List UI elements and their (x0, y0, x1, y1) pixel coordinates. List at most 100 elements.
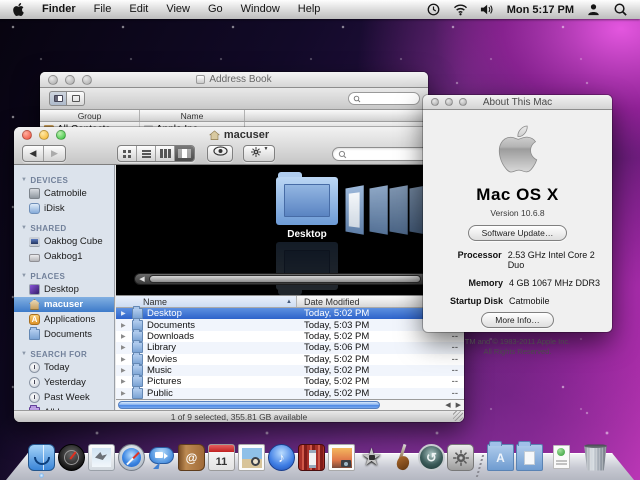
dock-applications-folder-icon[interactable]: A (487, 444, 514, 471)
sidebar-item-today[interactable]: Today (14, 360, 114, 375)
dock-mail-icon[interactable] (88, 444, 115, 471)
disclosure-triangle-icon[interactable]: ▼ (21, 273, 27, 279)
group-column-header[interactable]: Group (40, 110, 140, 121)
disclosure-triangle-icon[interactable]: ▶ (121, 322, 128, 329)
coverflow-scrollbar[interactable]: ◀ ▶ (134, 273, 436, 285)
menu-edit[interactable]: Edit (120, 0, 157, 19)
about-title-bar[interactable]: About This Mac (423, 95, 612, 110)
table-row[interactable]: ▶Music Today, 5:02 PM-- (116, 365, 464, 376)
action-menu-button[interactable]: ▼ (243, 145, 275, 162)
coverflow-item[interactable] (390, 185, 408, 234)
volume-menu-icon[interactable] (480, 2, 495, 17)
dock-time-machine-icon[interactable]: ↺ (418, 444, 445, 471)
sidebar-item-yesterday[interactable]: Yesterday (14, 375, 114, 390)
zoom-button[interactable] (459, 98, 467, 106)
scroll-right-icon[interactable]: ▶ (456, 401, 461, 409)
coverflow-view-button[interactable] (175, 146, 194, 161)
close-button[interactable] (431, 98, 439, 106)
disclosure-triangle-icon[interactable]: ▶ (121, 378, 128, 385)
time-machine-menu-icon[interactable] (426, 2, 441, 17)
finder-title-bar[interactable]: macuser ◀ ▶ ▼ (14, 127, 464, 165)
close-button[interactable] (48, 75, 58, 85)
table-row[interactable]: ▶Library Today, 5:06 PM-- (116, 342, 464, 353)
dock-trash-icon[interactable] (582, 444, 609, 471)
finder-window[interactable]: macuser ◀ ▶ ▼ (14, 127, 464, 422)
dock-photo-booth-icon[interactable] (298, 444, 325, 471)
table-row[interactable]: ▶Movies Today, 5:02 PM-- (116, 354, 464, 365)
dock-address-book-icon[interactable]: @ (178, 444, 205, 471)
coverflow-scroll-left-icon[interactable]: ◀ (137, 275, 147, 283)
dock-itunes-icon[interactable]: ♪ (268, 444, 295, 471)
forward-button[interactable]: ▶ (44, 146, 65, 161)
sidebar-item-oakbog1[interactable]: Oakbog1 (14, 249, 114, 264)
dock-ichat-icon[interactable] (148, 444, 175, 471)
sidebar-item-past-week[interactable]: Past Week (14, 390, 114, 405)
list-view-button[interactable] (137, 146, 156, 161)
quick-look-button[interactable] (207, 145, 233, 162)
sidebar-item-desktop[interactable]: Desktop (14, 282, 114, 297)
coverflow-scroll-thumb[interactable] (149, 275, 421, 283)
table-row[interactable]: ▶Downloads Today, 5:02 PM-- (116, 331, 464, 342)
sidebar-section-places[interactable]: ▼PLACES (14, 270, 114, 282)
dock-imovie-icon[interactable]: ★ (358, 444, 385, 471)
about-this-mac-window[interactable]: About This Mac Mac OS X Version 10.6.8 S… (423, 95, 612, 332)
zoom-button[interactable] (82, 75, 92, 85)
resize-grip[interactable] (453, 411, 463, 421)
finder-search-field[interactable] (332, 147, 430, 161)
sidebar-section-devices[interactable]: ▼DEVICES (14, 174, 114, 186)
minimize-button[interactable] (39, 130, 49, 140)
dock-iphoto-icon[interactable] (328, 444, 355, 471)
horizontal-scrollbar[interactable]: ◀ ▶ (116, 399, 464, 410)
minimize-button[interactable] (65, 75, 75, 85)
disclosure-triangle-icon[interactable]: ▼ (21, 177, 27, 183)
menu-help[interactable]: Help (289, 0, 330, 19)
menu-window[interactable]: Window (232, 0, 289, 19)
dock-finder-icon[interactable] (28, 444, 55, 471)
close-button[interactable] (22, 130, 32, 140)
menu-finder[interactable]: Finder (33, 0, 85, 19)
sidebar-item-oakbog-cube[interactable]: Oakbog Cube (14, 234, 114, 249)
scrollbar-thumb[interactable] (118, 401, 380, 409)
disclosure-triangle-icon[interactable]: ▶ (121, 390, 128, 397)
sidebar-item-catmobile[interactable]: Catmobile (14, 186, 114, 201)
spotlight-icon[interactable] (613, 2, 628, 17)
coverflow-item[interactable] (346, 185, 364, 234)
menu-file[interactable]: File (85, 0, 121, 19)
column-view-button[interactable] (156, 146, 175, 161)
apple-menu-icon[interactable] (12, 2, 25, 17)
date-modified-column-header[interactable]: Date Modified (297, 296, 426, 307)
table-row[interactable]: ▶Desktop Today, 5:02 PM-- (116, 308, 464, 319)
dock-ical-icon[interactable]: 11 (208, 444, 235, 471)
software-update-button[interactable]: Software Update… (468, 225, 568, 241)
zoom-button[interactable] (56, 130, 66, 140)
back-button[interactable]: ◀ (23, 146, 44, 161)
disclosure-triangle-icon[interactable]: ▶ (121, 333, 128, 340)
name-column-header[interactable]: Name (140, 110, 245, 121)
dock-system-preferences-icon[interactable] (447, 444, 474, 471)
desktop-folder-icon[interactable] (276, 177, 338, 225)
sidebar-section-shared[interactable]: ▼SHARED (14, 222, 114, 234)
dock-documents-folder-icon[interactable] (516, 444, 543, 471)
disclosure-triangle-icon[interactable]: ▼ (21, 351, 27, 357)
menu-bar-clock[interactable]: Mon 5:17 PM (501, 4, 580, 16)
disclosure-triangle-icon[interactable]: ▶ (121, 344, 128, 351)
sidebar-section-search-for[interactable]: ▼SEARCH FOR (14, 348, 114, 360)
coverflow-area[interactable]: Desktop ◀ ▶ (116, 165, 464, 295)
sidebar-item-documents[interactable]: Documents (14, 327, 114, 342)
disclosure-triangle-icon[interactable]: ▶ (121, 310, 128, 317)
name-column-header[interactable]: Name▲ (116, 296, 297, 307)
card-only-view-button[interactable] (67, 91, 85, 106)
dock-garageband-icon[interactable] (388, 444, 415, 471)
disclosure-triangle-icon[interactable]: ▶ (121, 367, 128, 374)
dock-preview-icon[interactable] (238, 444, 265, 471)
minimize-button[interactable] (445, 98, 453, 106)
table-row[interactable]: ▶Documents Today, 5:03 PM-- (116, 319, 464, 330)
dock-downloads-stack-icon[interactable] (548, 444, 575, 471)
table-row[interactable]: ▶Public Today, 5:02 PM-- (116, 388, 464, 399)
sidebar-item-macuser[interactable]: macuser (14, 297, 114, 312)
sidebar-item-idisk[interactable]: iDisk (14, 201, 114, 216)
icon-view-button[interactable] (118, 146, 137, 161)
card-and-list-view-button[interactable] (49, 91, 67, 106)
coverflow-item[interactable] (370, 185, 388, 234)
more-info-button[interactable]: More Info… (481, 312, 553, 328)
